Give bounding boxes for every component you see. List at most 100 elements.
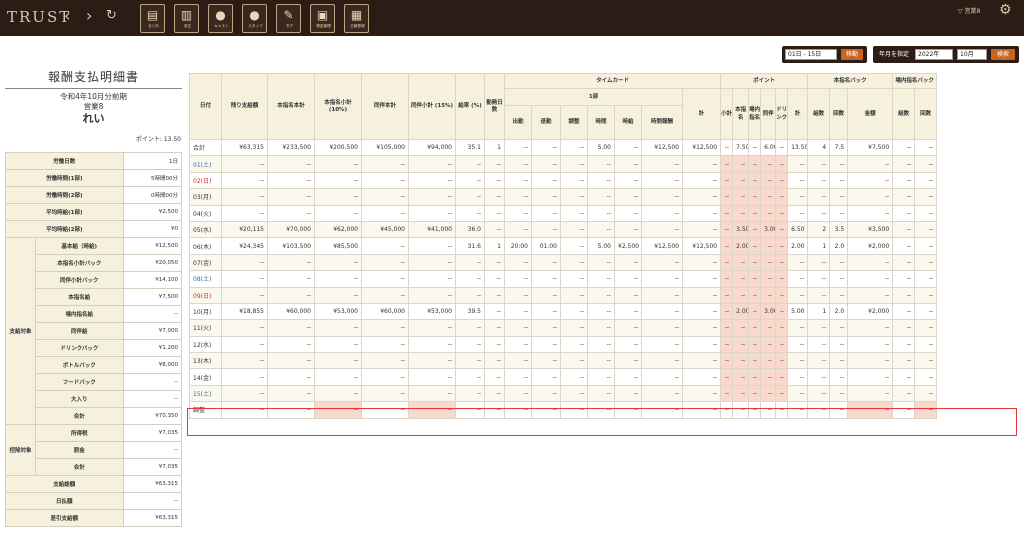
- day-row: 15(土) -- -- -- -- -- -- -- -- -- -- -- -- -- -- -- -- -- -…: [189, 384, 938, 403]
- cell: --: [914, 270, 938, 288]
- cell: --: [531, 335, 561, 354]
- row-date: 02(日): [189, 171, 222, 190]
- cell: 36.0: [455, 220, 485, 239]
- cell: --: [267, 155, 315, 173]
- year-select[interactable]: 2022年: [915, 49, 953, 60]
- cell: --: [829, 204, 849, 222]
- cell: --: [775, 188, 789, 206]
- col-p-sub: 小計: [720, 88, 734, 140]
- cell: 6.50: [787, 220, 809, 239]
- group-timecard: タイムカード: [503, 73, 722, 89]
- back-icon[interactable]: ‹: [64, 6, 70, 25]
- cell: --: [829, 155, 849, 173]
- cell: --: [531, 286, 561, 304]
- cell: --: [484, 270, 505, 288]
- cell: --: [560, 384, 588, 403]
- cell: 1: [484, 138, 505, 157]
- col-douhan: 同伴本計: [361, 73, 409, 140]
- cell: --: [560, 155, 588, 173]
- toolbar-button-4[interactable]: ✎ タグ: [276, 4, 301, 33]
- cell: --: [314, 171, 362, 190]
- month-selector: 年月を指定 2022年 10月 検索: [873, 46, 1019, 63]
- cell: --: [314, 204, 362, 222]
- cell: --: [455, 286, 485, 304]
- cell: --: [775, 302, 789, 321]
- cell: --: [807, 253, 831, 272]
- month-label: 年月を指定: [879, 51, 910, 58]
- toolbar-button-0[interactable]: ▤ まとめ: [140, 4, 165, 33]
- summary-value: ¥1,200: [122, 339, 183, 357]
- move-button[interactable]: 移動: [841, 49, 863, 60]
- cell: --: [408, 188, 456, 206]
- cell: --: [361, 368, 409, 386]
- cell: --: [408, 204, 456, 222]
- cell: --: [484, 352, 505, 370]
- cell: --: [914, 335, 938, 354]
- cell: --: [641, 204, 683, 222]
- cell: --: [775, 253, 789, 272]
- period-select[interactable]: 01日 - 15日: [785, 49, 837, 60]
- cell: ¥24,345: [221, 237, 268, 255]
- cell: --: [314, 270, 362, 288]
- cell: --: [361, 155, 409, 173]
- cell: --: [732, 335, 750, 354]
- cell: --: [361, 270, 409, 288]
- cell: --: [504, 352, 532, 370]
- cell: ¥20,115: [221, 220, 268, 239]
- col-date: 日付: [189, 73, 222, 140]
- cell: --: [361, 237, 409, 255]
- cell: --: [760, 237, 777, 255]
- cell: --: [504, 253, 532, 272]
- cell: --: [847, 155, 894, 173]
- cell: --: [641, 319, 683, 337]
- gear-icon[interactable]: ⚙: [999, 2, 1012, 18]
- cell: --: [484, 220, 505, 239]
- cell: --: [221, 188, 268, 206]
- statement-summary-table: 労働日数 1日 労働時間(1部) 5時間00分 労働時間(2部) 0時間00分 平均時給(1…: [5, 152, 183, 527]
- cell: --: [681, 352, 722, 370]
- forward-icon[interactable]: ›: [86, 6, 92, 25]
- cell: --: [732, 286, 750, 304]
- cell: --: [892, 188, 916, 206]
- cell: --: [914, 286, 938, 304]
- cell: 1: [807, 237, 831, 255]
- cell: --: [587, 319, 615, 337]
- cell: --: [829, 368, 849, 386]
- cell: --: [760, 368, 777, 386]
- cell: --: [681, 253, 722, 272]
- toolbar-button-6[interactable]: ▦ 日報登録: [344, 4, 369, 33]
- col-remain: 残り支給額: [221, 73, 268, 140]
- cell: --: [361, 171, 409, 190]
- toolbar-button-2[interactable]: ● キャスト: [208, 4, 233, 33]
- cell: ¥63,315: [221, 138, 268, 157]
- cell: --: [504, 188, 532, 206]
- cell: --: [748, 302, 762, 321]
- cell: --: [681, 220, 722, 239]
- row-date: 12(水): [189, 335, 222, 354]
- toolbar-button-5[interactable]: ▣ 現金管理: [310, 4, 335, 33]
- day-row: 09(日) -- -- -- -- -- -- -- -- -- -- -- -- -- -- -- -- -- -…: [189, 286, 938, 304]
- cell: ¥94,000: [408, 138, 456, 157]
- cell: --: [775, 368, 789, 386]
- cell: --: [408, 319, 456, 337]
- toolbar-button-3[interactable]: ● スタッフ: [242, 4, 267, 33]
- cell: ¥12,500: [641, 237, 683, 255]
- cell: --: [720, 220, 734, 239]
- search-button[interactable]: 検索: [991, 49, 1015, 60]
- cell: --: [560, 237, 588, 255]
- refresh-icon[interactable]: ↻: [106, 8, 117, 23]
- summary-value: ¥7,500: [122, 288, 183, 306]
- cell: 2.0: [829, 302, 849, 321]
- row-date: 05(水): [189, 220, 222, 239]
- toolbar-button-1[interactable]: ▥ 収支: [174, 4, 199, 33]
- cell: --: [504, 335, 532, 354]
- cell: --: [847, 188, 894, 206]
- cell: --: [408, 368, 456, 386]
- cell: --: [361, 335, 409, 354]
- cell: --: [614, 384, 642, 403]
- cell: --: [361, 188, 409, 206]
- col-hb-amount: 金額: [847, 88, 894, 140]
- user-menu[interactable]: ▽ 営業8: [958, 6, 980, 15]
- month-select[interactable]: 10月: [957, 49, 987, 60]
- cell: --: [587, 384, 615, 403]
